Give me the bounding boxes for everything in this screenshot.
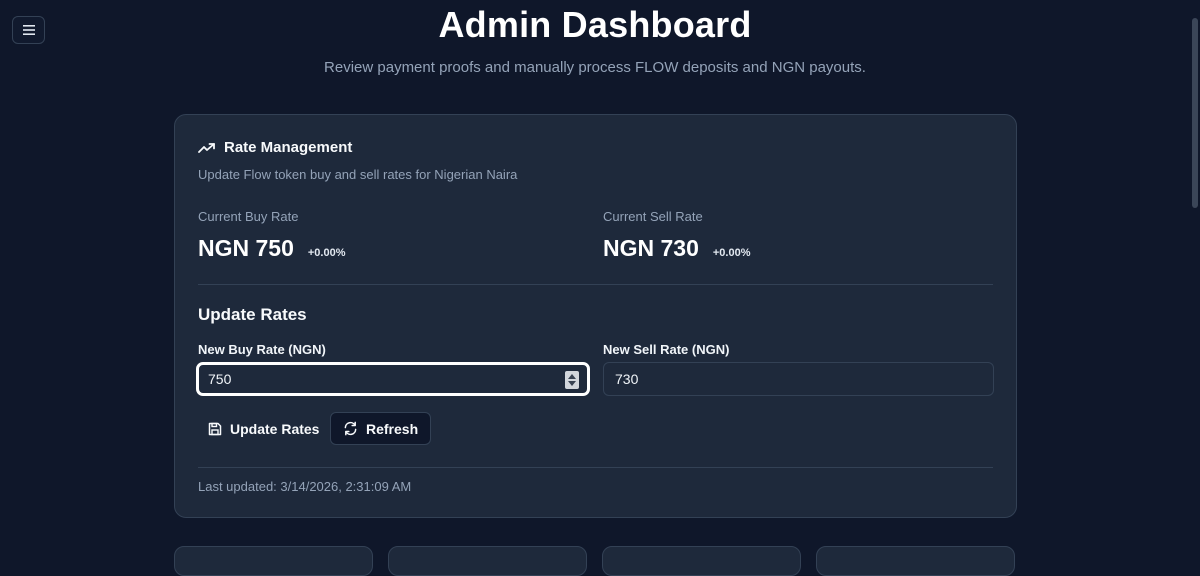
card-title: Rate Management <box>224 139 353 156</box>
last-updated: Last updated: 3/14/2026, 2:31:09 AM <box>198 479 412 494</box>
number-spinner[interactable] <box>565 371 579 389</box>
new-buy-rate-label: New Buy Rate (NGN) <box>198 342 326 357</box>
new-sell-rate-value: 730 <box>615 371 639 387</box>
scrollbar-thumb[interactable] <box>1192 18 1198 208</box>
buy-rate-value: NGN 750 <box>198 235 294 261</box>
new-sell-rate-input[interactable]: 730 <box>603 362 994 396</box>
refresh-label: Refresh <box>366 420 419 437</box>
stat-card <box>388 546 587 576</box>
spinner-up-icon[interactable] <box>568 374 576 379</box>
update-rates-label: Update Rates <box>230 420 320 437</box>
divider <box>198 284 993 285</box>
save-icon <box>208 422 222 435</box>
buy-rate: NGN 750 +0.00% <box>198 235 346 262</box>
stat-card <box>816 546 1015 576</box>
stat-card <box>602 546 801 576</box>
refresh-button[interactable]: Refresh <box>330 412 432 445</box>
spinner-down-icon[interactable] <box>568 381 576 386</box>
new-buy-rate-input[interactable]: 750 <box>196 362 590 396</box>
sell-rate-change: +0.00% <box>712 247 751 259</box>
stat-card <box>174 546 373 576</box>
buy-rate-label: Current Buy Rate <box>198 209 299 224</box>
rate-management-card: Rate Management Update Flow token buy an… <box>174 114 1017 518</box>
update-rates-button[interactable]: Update Rates <box>198 412 329 445</box>
refresh-icon <box>344 421 357 436</box>
sell-rate-label: Current Sell Rate <box>603 209 703 224</box>
page-title: Admin Dashboard <box>438 4 752 45</box>
new-buy-rate-value: 750 <box>208 371 232 387</box>
new-sell-rate-label: New Sell Rate (NGN) <box>603 342 730 357</box>
card-header: Rate Management <box>198 139 352 156</box>
trending-up-icon <box>198 142 215 153</box>
update-rates-title: Update Rates <box>198 305 307 324</box>
scrollbar[interactable] <box>1190 0 1200 557</box>
sell-rate: NGN 730 +0.00% <box>603 235 751 262</box>
buy-rate-change: +0.00% <box>307 247 346 259</box>
sell-rate-value: NGN 730 <box>603 235 699 261</box>
divider <box>198 467 993 468</box>
card-description: Update Flow token buy and sell rates for… <box>198 167 518 182</box>
page-subtitle: Review payment proofs and manually proce… <box>324 59 866 76</box>
